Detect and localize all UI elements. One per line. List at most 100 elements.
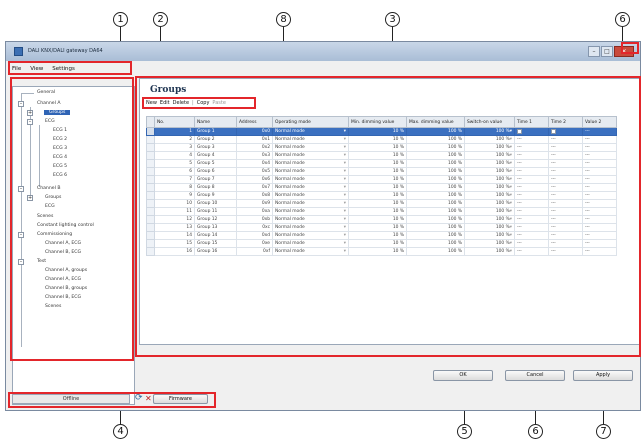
tree-item-groups-a[interactable]: Groups (44, 110, 71, 115)
cell-name[interactable]: Group 15 (194, 239, 237, 248)
cell-name[interactable]: Group 1 (194, 127, 237, 136)
cell-no[interactable]: 9 (154, 191, 195, 200)
tree-item-scenes[interactable]: Scenes (37, 214, 53, 219)
cell-switch-on[interactable]: 100 % ▾ (464, 223, 515, 232)
cell-address[interactable]: 0xd (236, 231, 273, 240)
tree-item-commissioning[interactable]: Commissioning (37, 232, 72, 237)
cell-no[interactable]: 2 (154, 135, 195, 144)
cell-switch-on[interactable]: 100 % ▾ (464, 127, 515, 136)
cell-no[interactable]: 3 (154, 143, 195, 152)
cell-value-2[interactable]: --- (582, 191, 617, 200)
cell-max-dimming[interactable]: 100 % (406, 215, 465, 224)
cell-time-1[interactable]: --- (514, 239, 549, 248)
cell-switch-on[interactable]: 100 % ▾ (464, 167, 515, 176)
cell-operating-mode[interactable]: Normal mode ▾ (272, 167, 349, 176)
table-row[interactable]: 13 Group 13 0xc Normal mode ▾ 10 % 100 % 100 % ▾… (146, 223, 617, 232)
cell-switch-on[interactable]: 100 % ▾ (464, 247, 515, 256)
dropdown-arrow-icon[interactable]: ▾ (344, 129, 346, 134)
cell-value-2[interactable]: --- (582, 231, 617, 240)
column-header-time-1[interactable]: Time 1 (514, 116, 549, 128)
row-selector[interactable] (146, 127, 155, 136)
cell-min-dimming[interactable]: 10 % (348, 223, 407, 232)
column-header-min-dimming[interactable]: Min. dimming value (348, 116, 407, 128)
maximize-button[interactable]: □ (601, 46, 613, 57)
tree-item-test-scenes[interactable]: Scenes (45, 304, 61, 309)
time-picker-icon[interactable] (551, 128, 556, 134)
cell-max-dimming[interactable]: 100 % (406, 183, 465, 192)
cell-min-dimming[interactable]: 10 % (348, 175, 407, 184)
cell-max-dimming[interactable]: 100 % (406, 143, 465, 152)
cell-name[interactable]: Group 14 (194, 231, 237, 240)
tree-item-test[interactable]: Test (37, 259, 46, 264)
cell-name[interactable]: Group 12 (194, 215, 237, 224)
cell-operating-mode[interactable]: Normal mode ▾ (272, 143, 349, 152)
cell-min-dimming[interactable]: 10 % (348, 247, 407, 256)
minimize-button[interactable]: – (588, 46, 600, 57)
tree-item-ecg-4[interactable]: ECG 4 (53, 155, 67, 160)
cell-value-2[interactable]: --- (582, 199, 617, 208)
expand-icon[interactable]: + (27, 195, 33, 201)
cell-time-2[interactable]: --- (548, 247, 583, 256)
cell-max-dimming[interactable]: 100 % (406, 167, 465, 176)
menu-file[interactable]: File (12, 66, 21, 72)
cell-value-2[interactable]: --- (582, 183, 617, 192)
row-selector[interactable] (146, 151, 155, 160)
dropdown-arrow-icon[interactable]: ▾ (344, 193, 346, 198)
cell-operating-mode[interactable]: Normal mode ▾ (272, 175, 349, 184)
navigation-tree[interactable]: General – Channel A + Groups – ECG ECG 1… (12, 86, 135, 405)
table-row[interactable]: 7 Group 7 0x6 Normal mode ▾ 10 % 100 % 100 % ▾ --… (146, 175, 617, 184)
cell-operating-mode[interactable]: Normal mode ▾ (272, 239, 349, 248)
cell-no[interactable]: 14 (154, 231, 195, 240)
cell-switch-on[interactable]: 100 % ▾ (464, 159, 515, 168)
cell-address[interactable]: 0x6 (236, 175, 273, 184)
column-header-address[interactable]: Address (236, 116, 273, 128)
cancel-button[interactable]: Cancel (505, 370, 565, 381)
cell-switch-on[interactable]: 100 % ▾ (464, 215, 515, 224)
dropdown-arrow-icon[interactable]: ▾ (510, 129, 512, 134)
title-bar[interactable]: DALI KNX/DALI gateway DA64 – □ ✕ (6, 42, 640, 61)
cell-time-1[interactable]: --- (514, 135, 549, 144)
cell-operating-mode[interactable]: Normal mode ▾ (272, 151, 349, 160)
cell-time-2[interactable]: --- (548, 143, 583, 152)
tree-item-channel-a[interactable]: Channel A (37, 101, 60, 106)
tree-item-general[interactable]: General (37, 90, 55, 95)
cell-time-2[interactable]: --- (548, 239, 583, 248)
cell-time-2[interactable]: --- (548, 215, 583, 224)
row-selector[interactable] (146, 207, 155, 216)
table-row[interactable]: 2 Group 2 0x1 Normal mode ▾ 10 % 100 % 100 % ▾ --… (146, 135, 617, 144)
disconnect-icon[interactable]: ✕ (145, 393, 152, 404)
time-picker-icon[interactable] (517, 128, 522, 134)
dropdown-arrow-icon[interactable]: ▾ (510, 209, 512, 214)
edit-button[interactable]: Edit (160, 100, 170, 106)
dropdown-arrow-icon[interactable]: ▾ (510, 137, 512, 142)
cell-no[interactable]: 12 (154, 215, 195, 224)
tree-item-test-b-groups[interactable]: Channel B, groups (45, 286, 87, 291)
cell-time-1[interactable]: --- (514, 247, 549, 256)
tree-item-constant-lighting[interactable]: Constant lighting control (37, 223, 94, 228)
cell-min-dimming[interactable]: 10 % (348, 143, 407, 152)
table-row[interactable]: 5 Group 5 0x4 Normal mode ▾ 10 % 100 % 100 % ▾ --… (146, 159, 617, 168)
dropdown-arrow-icon[interactable]: ▾ (510, 241, 512, 246)
cell-value-2[interactable]: --- (582, 239, 617, 248)
cell-time-1[interactable]: --- (514, 183, 549, 192)
cell-time-1[interactable]: --- (514, 223, 549, 232)
cell-time-2[interactable]: --- (548, 191, 583, 200)
cell-no[interactable]: 4 (154, 151, 195, 160)
cell-min-dimming[interactable]: 10 % (348, 151, 407, 160)
tree-item-ecg-3[interactable]: ECG 3 (53, 146, 67, 151)
cell-value-2[interactable]: --- (582, 247, 617, 256)
cell-min-dimming[interactable]: 10 % (348, 127, 407, 136)
cell-no[interactable]: 10 (154, 199, 195, 208)
cell-name[interactable]: Group 3 (194, 143, 237, 152)
dropdown-arrow-icon[interactable]: ▾ (510, 233, 512, 238)
tree-item-ecg-2[interactable]: ECG 2 (53, 137, 67, 142)
menu-settings[interactable]: Settings (52, 66, 75, 72)
cell-switch-on[interactable]: 100 % ▾ (464, 199, 515, 208)
dropdown-arrow-icon[interactable]: ▾ (344, 137, 346, 142)
cell-max-dimming[interactable]: 100 % (406, 191, 465, 200)
cell-min-dimming[interactable]: 10 % (348, 207, 407, 216)
cell-max-dimming[interactable]: 100 % (406, 135, 465, 144)
cell-time-1[interactable]: --- (514, 159, 549, 168)
delete-button[interactable]: Delete (173, 100, 189, 106)
row-selector[interactable] (146, 223, 155, 232)
